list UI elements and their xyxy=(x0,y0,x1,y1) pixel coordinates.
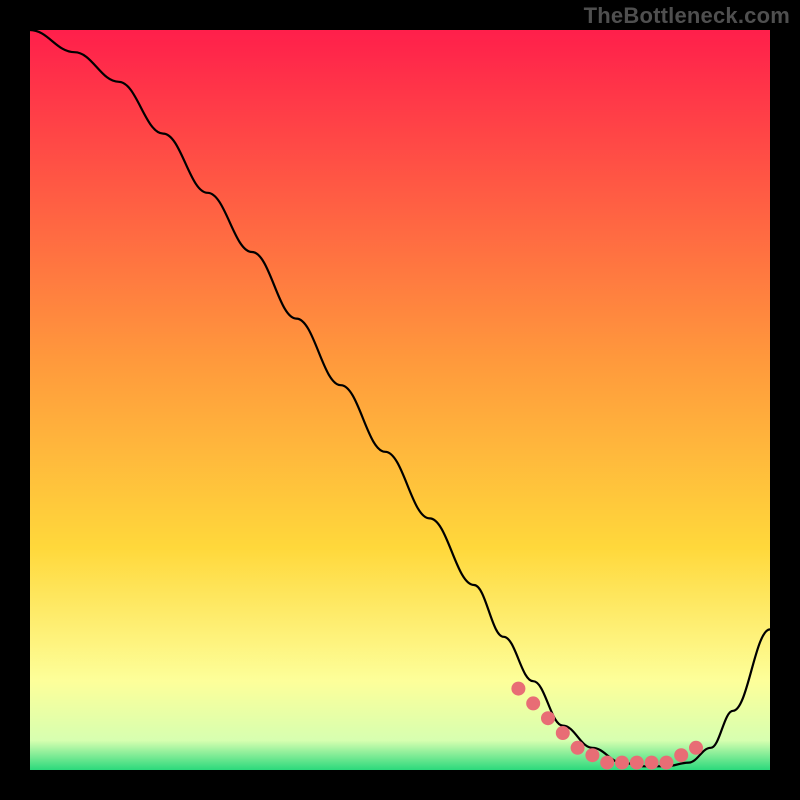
chart-container: TheBottleneck.com xyxy=(0,0,800,800)
highlight-marker xyxy=(585,748,599,762)
highlight-marker xyxy=(556,726,570,740)
highlight-marker xyxy=(600,756,614,770)
highlight-marker xyxy=(526,696,540,710)
highlight-marker xyxy=(511,682,525,696)
plot-background xyxy=(30,30,770,770)
highlight-marker xyxy=(689,741,703,755)
highlight-marker xyxy=(571,741,585,755)
highlight-marker xyxy=(615,756,629,770)
watermark-text: TheBottleneck.com xyxy=(584,3,790,29)
highlight-marker xyxy=(659,756,673,770)
highlight-marker xyxy=(645,756,659,770)
bottleneck-chart xyxy=(0,0,800,800)
highlight-marker xyxy=(630,756,644,770)
highlight-marker xyxy=(674,748,688,762)
highlight-marker xyxy=(541,711,555,725)
